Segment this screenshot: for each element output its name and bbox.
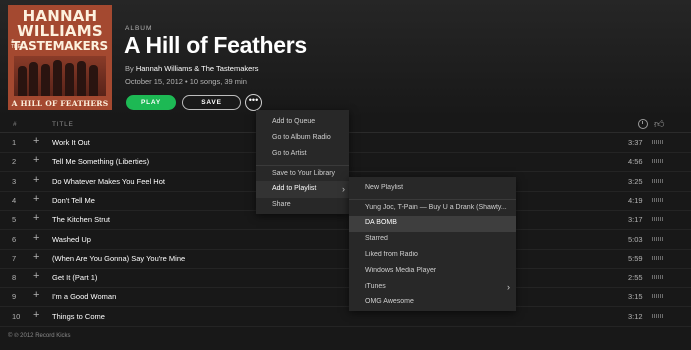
- playlist-item[interactable]: Starred: [349, 232, 516, 248]
- cover-album-name: A HILL OF FEATHERS: [11, 99, 109, 108]
- add-icon[interactable]: +: [33, 289, 39, 301]
- track-number: 4: [12, 196, 17, 205]
- popularity-bars: [652, 140, 668, 144]
- add-icon[interactable]: +: [33, 251, 39, 263]
- track-row[interactable]: 8 + Get It (Part 1) 2:55: [0, 268, 691, 288]
- track-number: 1: [12, 138, 17, 147]
- track-duration: 3:25: [628, 177, 643, 186]
- track-title: I'm a Good Woman: [52, 292, 117, 301]
- header-number[interactable]: #: [13, 121, 17, 128]
- track-number: 3: [12, 177, 17, 186]
- track-duration: 5:59: [628, 254, 643, 263]
- menu-item-album-radio[interactable]: Go to Album Radio: [256, 130, 349, 147]
- play-button[interactable]: PLAY: [126, 95, 176, 110]
- track-title: Don't Tell Me: [52, 196, 95, 205]
- track-title: Get It (Part 1): [52, 273, 98, 282]
- track-number: 7: [12, 254, 17, 263]
- header-title[interactable]: TITLE: [52, 121, 74, 128]
- thumbs-up-icon[interactable]: 👍︎: [654, 118, 664, 130]
- by-line: By Hannah Williams & The Tastemakers: [125, 64, 259, 73]
- track-duration: 4:56: [628, 157, 643, 166]
- track-duration: 4:19: [628, 196, 643, 205]
- popularity-bars: [652, 294, 668, 298]
- playlist-submenu: New Playlist Yung Joc, T-Pain — Buy U a …: [349, 177, 516, 311]
- track-duration: 3:37: [628, 138, 643, 147]
- track-title: Do Whatever Makes You Feel Hot: [52, 177, 165, 186]
- album-cover: HANNAH WILLIAMS & THE TASTEMAKERS A HILL…: [8, 5, 112, 110]
- track-duration: 5:03: [628, 235, 643, 244]
- track-title: (When Are You Gonna) Say You're Mine: [52, 254, 186, 263]
- playlist-item-new[interactable]: New Playlist: [349, 181, 516, 197]
- more-options-button[interactable]: •••: [245, 94, 262, 111]
- cover-text-line: TASTEMAKERS: [12, 39, 108, 53]
- track-row[interactable]: 7 + (When Are You Gonna) Say You're Mine 5:…: [0, 249, 691, 269]
- add-icon[interactable]: +: [33, 135, 39, 147]
- playlist-item[interactable]: Yung Joc, T-Pain — Buy U a Drank (Shawty…: [349, 201, 516, 217]
- popularity-bars: [652, 217, 668, 221]
- track-title: Washed Up: [52, 235, 91, 244]
- chevron-right-icon: ›: [342, 184, 345, 194]
- playlist-folder-itunes[interactable]: iTunes ›: [349, 280, 516, 296]
- track-duration: 3:15: [628, 292, 643, 301]
- cover-band-photo: [14, 56, 106, 96]
- add-icon[interactable]: +: [33, 232, 39, 244]
- track-row[interactable]: 6 + Washed Up 5:03: [0, 230, 691, 250]
- track-duration: 2:55: [628, 273, 643, 282]
- popularity-bars: [652, 159, 668, 163]
- popularity-bars: [652, 179, 668, 183]
- chevron-right-icon: ›: [507, 282, 510, 292]
- clock-icon[interactable]: [638, 119, 648, 129]
- playlist-item[interactable]: DA BOMB: [349, 216, 516, 232]
- menu-item-add-to-queue[interactable]: Add to Queue: [256, 114, 349, 131]
- track-number: 10: [12, 312, 21, 321]
- by-prefix: By: [125, 64, 136, 73]
- track-number: 2: [12, 157, 17, 166]
- album-meta: October 15, 2012 • 10 songs, 39 min: [125, 77, 247, 86]
- track-duration: 3:12: [628, 312, 643, 321]
- playlist-item[interactable]: Windows Media Player: [349, 264, 516, 280]
- album-title: A Hill of Feathers: [124, 32, 307, 58]
- playlist-item[interactable]: OMG Awesome: [349, 295, 516, 311]
- add-icon[interactable]: +: [33, 154, 39, 166]
- popularity-bars: [652, 314, 668, 318]
- add-icon[interactable]: +: [33, 270, 39, 282]
- popularity-bars: [652, 275, 668, 279]
- copyright: © ℗ 2012 Record Kicks: [8, 333, 71, 339]
- context-menu: Add to Queue Go to Album Radio Go to Art…: [256, 110, 349, 214]
- track-title: Tell Me Something (Liberties): [52, 157, 150, 166]
- album-type-label: ALBUM: [125, 25, 153, 32]
- cover-text-line: WILLIAMS: [17, 22, 103, 40]
- track-title: The Kitchen Strut: [52, 215, 110, 224]
- track-number: 6: [12, 235, 17, 244]
- track-row[interactable]: 9 + I'm a Good Woman 3:15: [0, 287, 691, 307]
- track-number: 5: [12, 215, 17, 224]
- track-row[interactable]: 10 + Things to Come 3:12: [0, 307, 691, 327]
- track-title: Things to Come: [52, 312, 105, 321]
- track-duration: 3:17: [628, 215, 643, 224]
- track-number: 9: [12, 292, 17, 301]
- playlist-item[interactable]: Liked from Radio: [349, 248, 516, 264]
- popularity-bars: [652, 256, 668, 260]
- menu-item-add-to-playlist[interactable]: Add to Playlist ›: [256, 181, 349, 198]
- add-icon[interactable]: +: [33, 174, 39, 186]
- add-icon[interactable]: +: [33, 193, 39, 205]
- popularity-bars: [652, 198, 668, 202]
- menu-item-share[interactable]: Share: [256, 197, 349, 214]
- save-button[interactable]: SAVE: [182, 95, 241, 110]
- track-title: Work It Out: [52, 138, 90, 147]
- menu-item-go-to-artist[interactable]: Go to Artist: [256, 146, 349, 163]
- popularity-bars: [652, 237, 668, 241]
- track-number: 8: [12, 273, 17, 282]
- menu-divider: [349, 199, 516, 200]
- add-icon[interactable]: +: [33, 212, 39, 224]
- add-icon[interactable]: +: [33, 309, 39, 321]
- artist-link[interactable]: Hannah Williams & The Tastemakers: [136, 64, 259, 73]
